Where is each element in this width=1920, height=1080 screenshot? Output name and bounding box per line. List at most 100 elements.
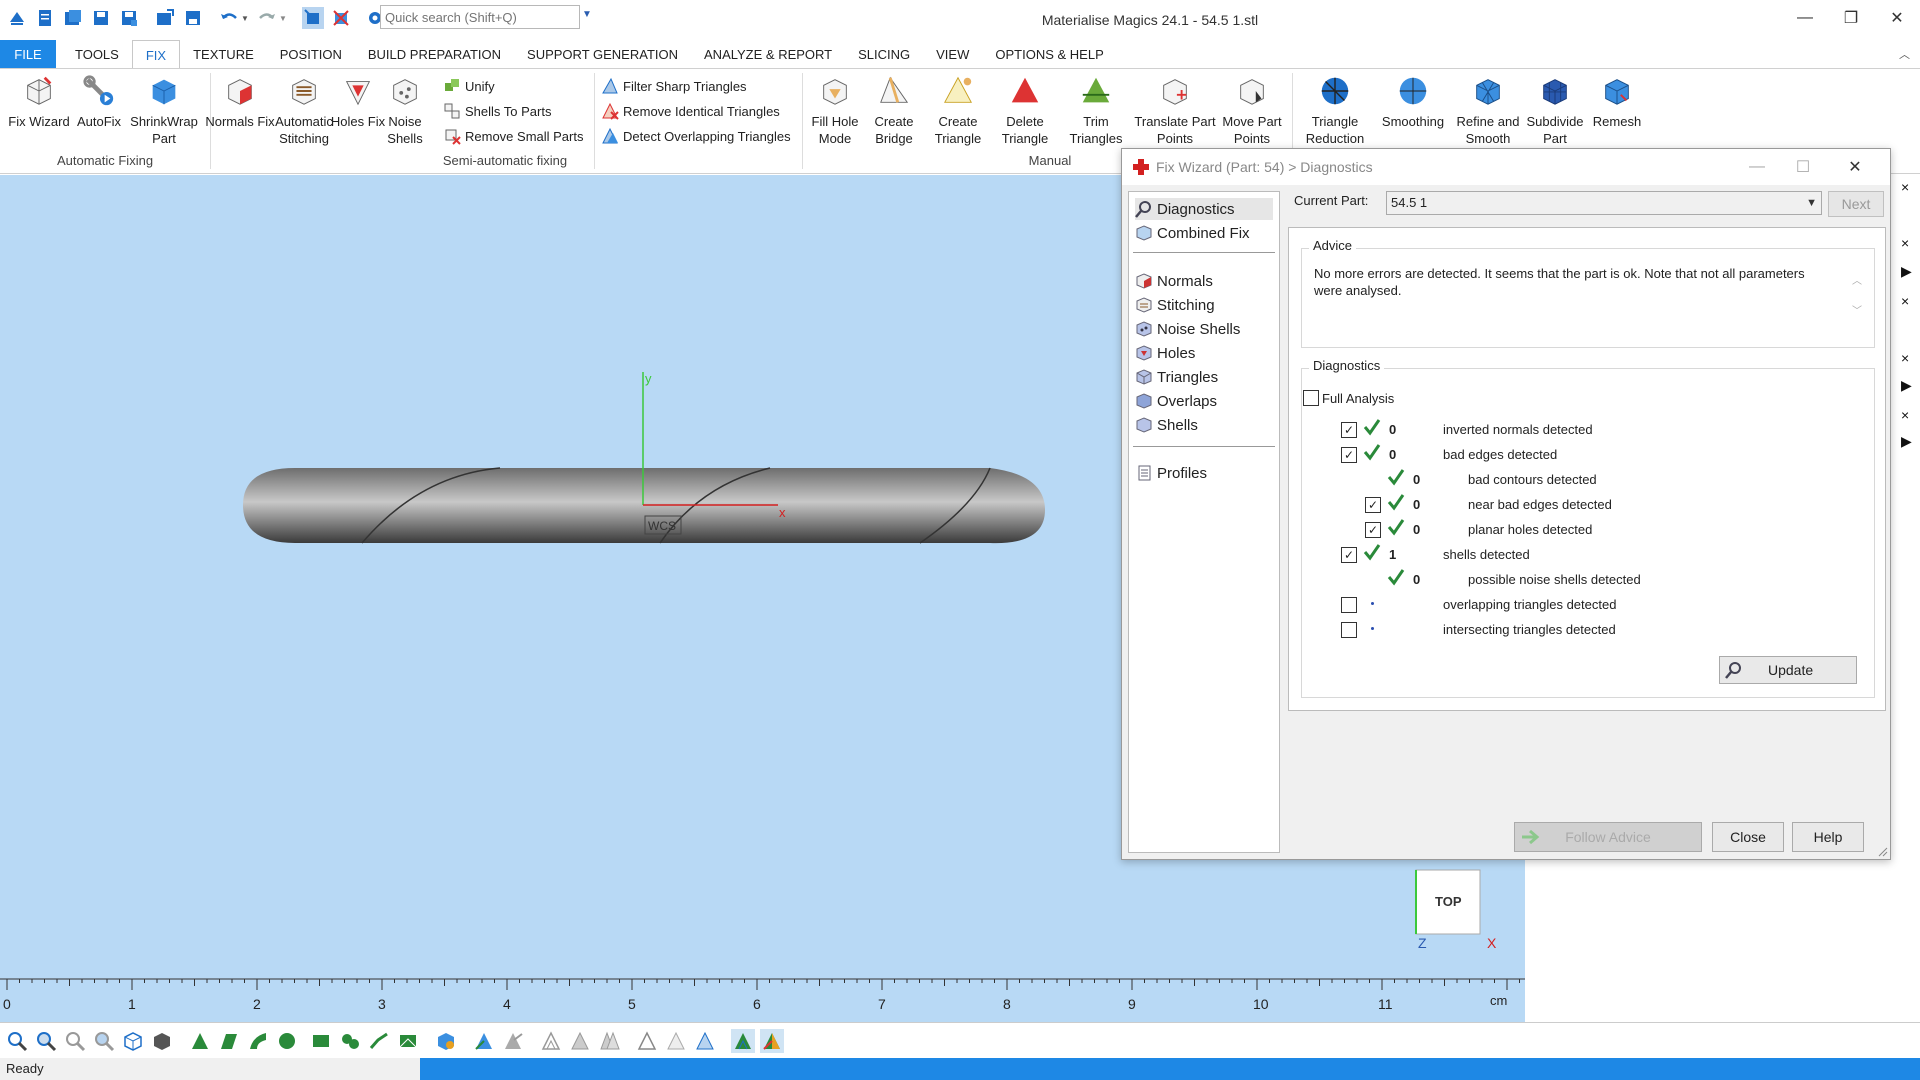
triangle-color-toggle-icon[interactable] — [760, 1028, 784, 1053]
minimize-window-button[interactable]: — — [1782, 0, 1828, 36]
save-icon[interactable] — [90, 7, 112, 29]
triangle-grid-icon[interactable] — [568, 1029, 592, 1053]
triangle-stack-icon[interactable] — [597, 1029, 621, 1053]
close-panel-icon[interactable]: × — [1901, 293, 1909, 309]
dialog-maximize-button[interactable]: ☐ — [1780, 149, 1826, 185]
unmark-icon[interactable] — [472, 1029, 496, 1053]
nav-item-normals[interactable]: Normals — [1135, 270, 1213, 292]
quick-search-input[interactable] — [380, 5, 580, 29]
triangle-blue-icon[interactable] — [693, 1029, 717, 1053]
open-project-icon[interactable] — [62, 7, 84, 29]
close-panel-icon[interactable]: × — [1901, 407, 1909, 423]
tab-file[interactable]: FILE — [0, 40, 56, 68]
trim-triangles-button[interactable]: Trim Triangles — [1061, 73, 1131, 147]
expand-panel-icon[interactable]: ▶ — [1901, 433, 1912, 450]
tab-fix[interactable]: FIX — [131, 40, 181, 68]
create-triangle-button[interactable]: Create Triangle — [923, 73, 993, 147]
undo-icon[interactable] — [218, 7, 240, 29]
shells-to-parts-button[interactable]: Shells To Parts — [443, 102, 551, 120]
mark-shell-icon[interactable] — [275, 1029, 299, 1053]
close-panel-icon[interactable]: × — [1901, 179, 1909, 195]
flip-triangle-icon[interactable] — [501, 1029, 525, 1053]
save-as-icon[interactable] — [118, 7, 140, 29]
tab-texture[interactable]: TEXTURE — [180, 40, 267, 68]
bad-edges-checkbox[interactable]: ✓ — [1341, 447, 1357, 463]
tab-tools[interactable]: TOOLS — [62, 40, 132, 68]
triangle-outline-icon[interactable] — [635, 1029, 659, 1053]
save-part-icon[interactable] — [182, 7, 204, 29]
full-analysis-option[interactable]: Full Analysis — [1303, 390, 1394, 406]
inverted-normals-checkbox[interactable]: ✓ — [1341, 422, 1357, 438]
search-dropdown-icon[interactable]: ▼ — [582, 9, 592, 20]
nav-item-shells[interactable]: Shells — [1135, 414, 1198, 436]
zoom-icon[interactable] — [5, 1029, 29, 1053]
view-cube[interactable]: TOP Z X — [1415, 869, 1497, 951]
normals-fix-button[interactable]: Normals Fix — [205, 73, 275, 130]
nav-item-triangles[interactable]: Triangles — [1135, 366, 1218, 388]
nav-item-profiles[interactable]: Profiles — [1135, 462, 1207, 484]
shells-checkbox[interactable]: ✓ — [1341, 547, 1357, 563]
import-part-icon[interactable] — [154, 7, 176, 29]
autofix-button[interactable]: AutoFix — [64, 73, 134, 130]
deselect-icon[interactable] — [330, 7, 352, 29]
triangle-green-toggle-icon[interactable] — [731, 1028, 755, 1053]
shaded-view-icon[interactable] — [150, 1029, 174, 1053]
remove-identical-triangles-button[interactable]: Remove Identical Triangles — [601, 102, 780, 120]
new-project-icon[interactable] — [34, 7, 56, 29]
filter-sharp-triangles-button[interactable]: Filter Sharp Triangles — [601, 77, 747, 95]
close-window-button[interactable]: ✕ — [1874, 0, 1920, 36]
current-part-select[interactable]: 54.5 1 ▼ — [1386, 191, 1822, 215]
mark-surface-icon[interactable] — [246, 1029, 270, 1053]
translate-part-points-button[interactable]: Translate Part Points — [1134, 73, 1216, 147]
nav-item-stitching[interactable]: Stitching — [1135, 294, 1215, 316]
close-button[interactable]: Close — [1712, 822, 1784, 852]
expand-panel-icon[interactable]: ▶ — [1901, 263, 1912, 280]
advice-scrollbar[interactable]: ︿ ﹀ — [1850, 267, 1864, 327]
dialog-titlebar[interactable]: Fix Wizard (Part: 54) > Diagnostics — ☐ … — [1122, 149, 1890, 185]
follow-advice-button[interactable]: Follow Advice — [1514, 822, 1702, 852]
tab-analyze-report[interactable]: ANALYZE & REPORT — [691, 40, 845, 68]
tab-support-generation[interactable]: SUPPORT GENERATION — [514, 40, 691, 68]
nav-item-combined-fix[interactable]: Combined Fix — [1135, 222, 1250, 244]
dialog-minimize-button[interactable]: — — [1734, 149, 1780, 185]
nav-item-overlaps[interactable]: Overlaps — [1135, 390, 1217, 412]
magics-logo-icon[interactable] — [6, 7, 28, 29]
tab-position[interactable]: POSITION — [267, 40, 355, 68]
wireframe-triangle-icon[interactable] — [539, 1029, 563, 1053]
nav-item-noise-shells[interactable]: Noise Shells — [1135, 318, 1240, 340]
collapse-ribbon-icon[interactable]: ︿ — [1899, 46, 1910, 62]
delete-triangle-button[interactable]: Delete Triangle — [990, 73, 1060, 147]
next-button[interactable]: Next — [1828, 191, 1884, 217]
mark-path-icon[interactable] — [367, 1029, 391, 1053]
tab-slicing[interactable]: SLICING — [845, 40, 923, 68]
mark-contour-icon[interactable] — [396, 1029, 420, 1053]
unify-button[interactable]: Unify — [443, 77, 495, 95]
close-panel-icon[interactable]: × — [1901, 350, 1909, 366]
triangle-light-icon[interactable] — [664, 1029, 688, 1053]
detect-overlapping-triangles-button[interactable]: Detect Overlapping Triangles — [601, 127, 791, 145]
undo-dropdown-icon[interactable]: ▼ — [240, 7, 250, 29]
remove-small-parts-button[interactable]: Remove Small Parts — [443, 127, 583, 145]
full-analysis-checkbox[interactable] — [1303, 390, 1319, 406]
nav-item-diagnostics[interactable]: Diagnostics — [1135, 198, 1273, 220]
zoom-selection-icon[interactable] — [92, 1029, 116, 1053]
expand-panel-icon[interactable]: ▶ — [1901, 377, 1912, 394]
select-part-icon[interactable] — [434, 1029, 458, 1053]
zoom-fit-icon[interactable] — [63, 1029, 87, 1053]
tab-build-preparation[interactable]: BUILD PREPARATION — [355, 40, 514, 68]
nav-item-holes[interactable]: Holes — [1135, 342, 1195, 364]
view-cube-icon[interactable] — [121, 1029, 145, 1053]
smoothing-button[interactable]: Smoothing — [1378, 73, 1448, 130]
redo-dropdown-icon[interactable]: ▼ — [278, 7, 288, 29]
near-bad-edges-checkbox[interactable]: ✓ — [1365, 497, 1381, 513]
create-bridge-button[interactable]: Create Bridge — [859, 73, 929, 147]
refine-and-smooth-button[interactable]: Refine and Smooth — [1452, 73, 1524, 147]
subdivide-part-button[interactable]: Subdivide Part — [1520, 73, 1590, 147]
shrinkwrap-part-button[interactable]: ShrinkWrap Part — [128, 73, 200, 147]
mark-triangle-icon[interactable] — [188, 1029, 212, 1053]
dialog-close-button[interactable]: ✕ — [1832, 149, 1878, 185]
tab-options-help[interactable]: OPTIONS & HELP — [982, 40, 1116, 68]
move-part-points-button[interactable]: Move Part Points — [1216, 73, 1288, 147]
mark-plane-icon[interactable] — [217, 1029, 241, 1053]
close-panel-icon[interactable]: × — [1901, 235, 1909, 251]
